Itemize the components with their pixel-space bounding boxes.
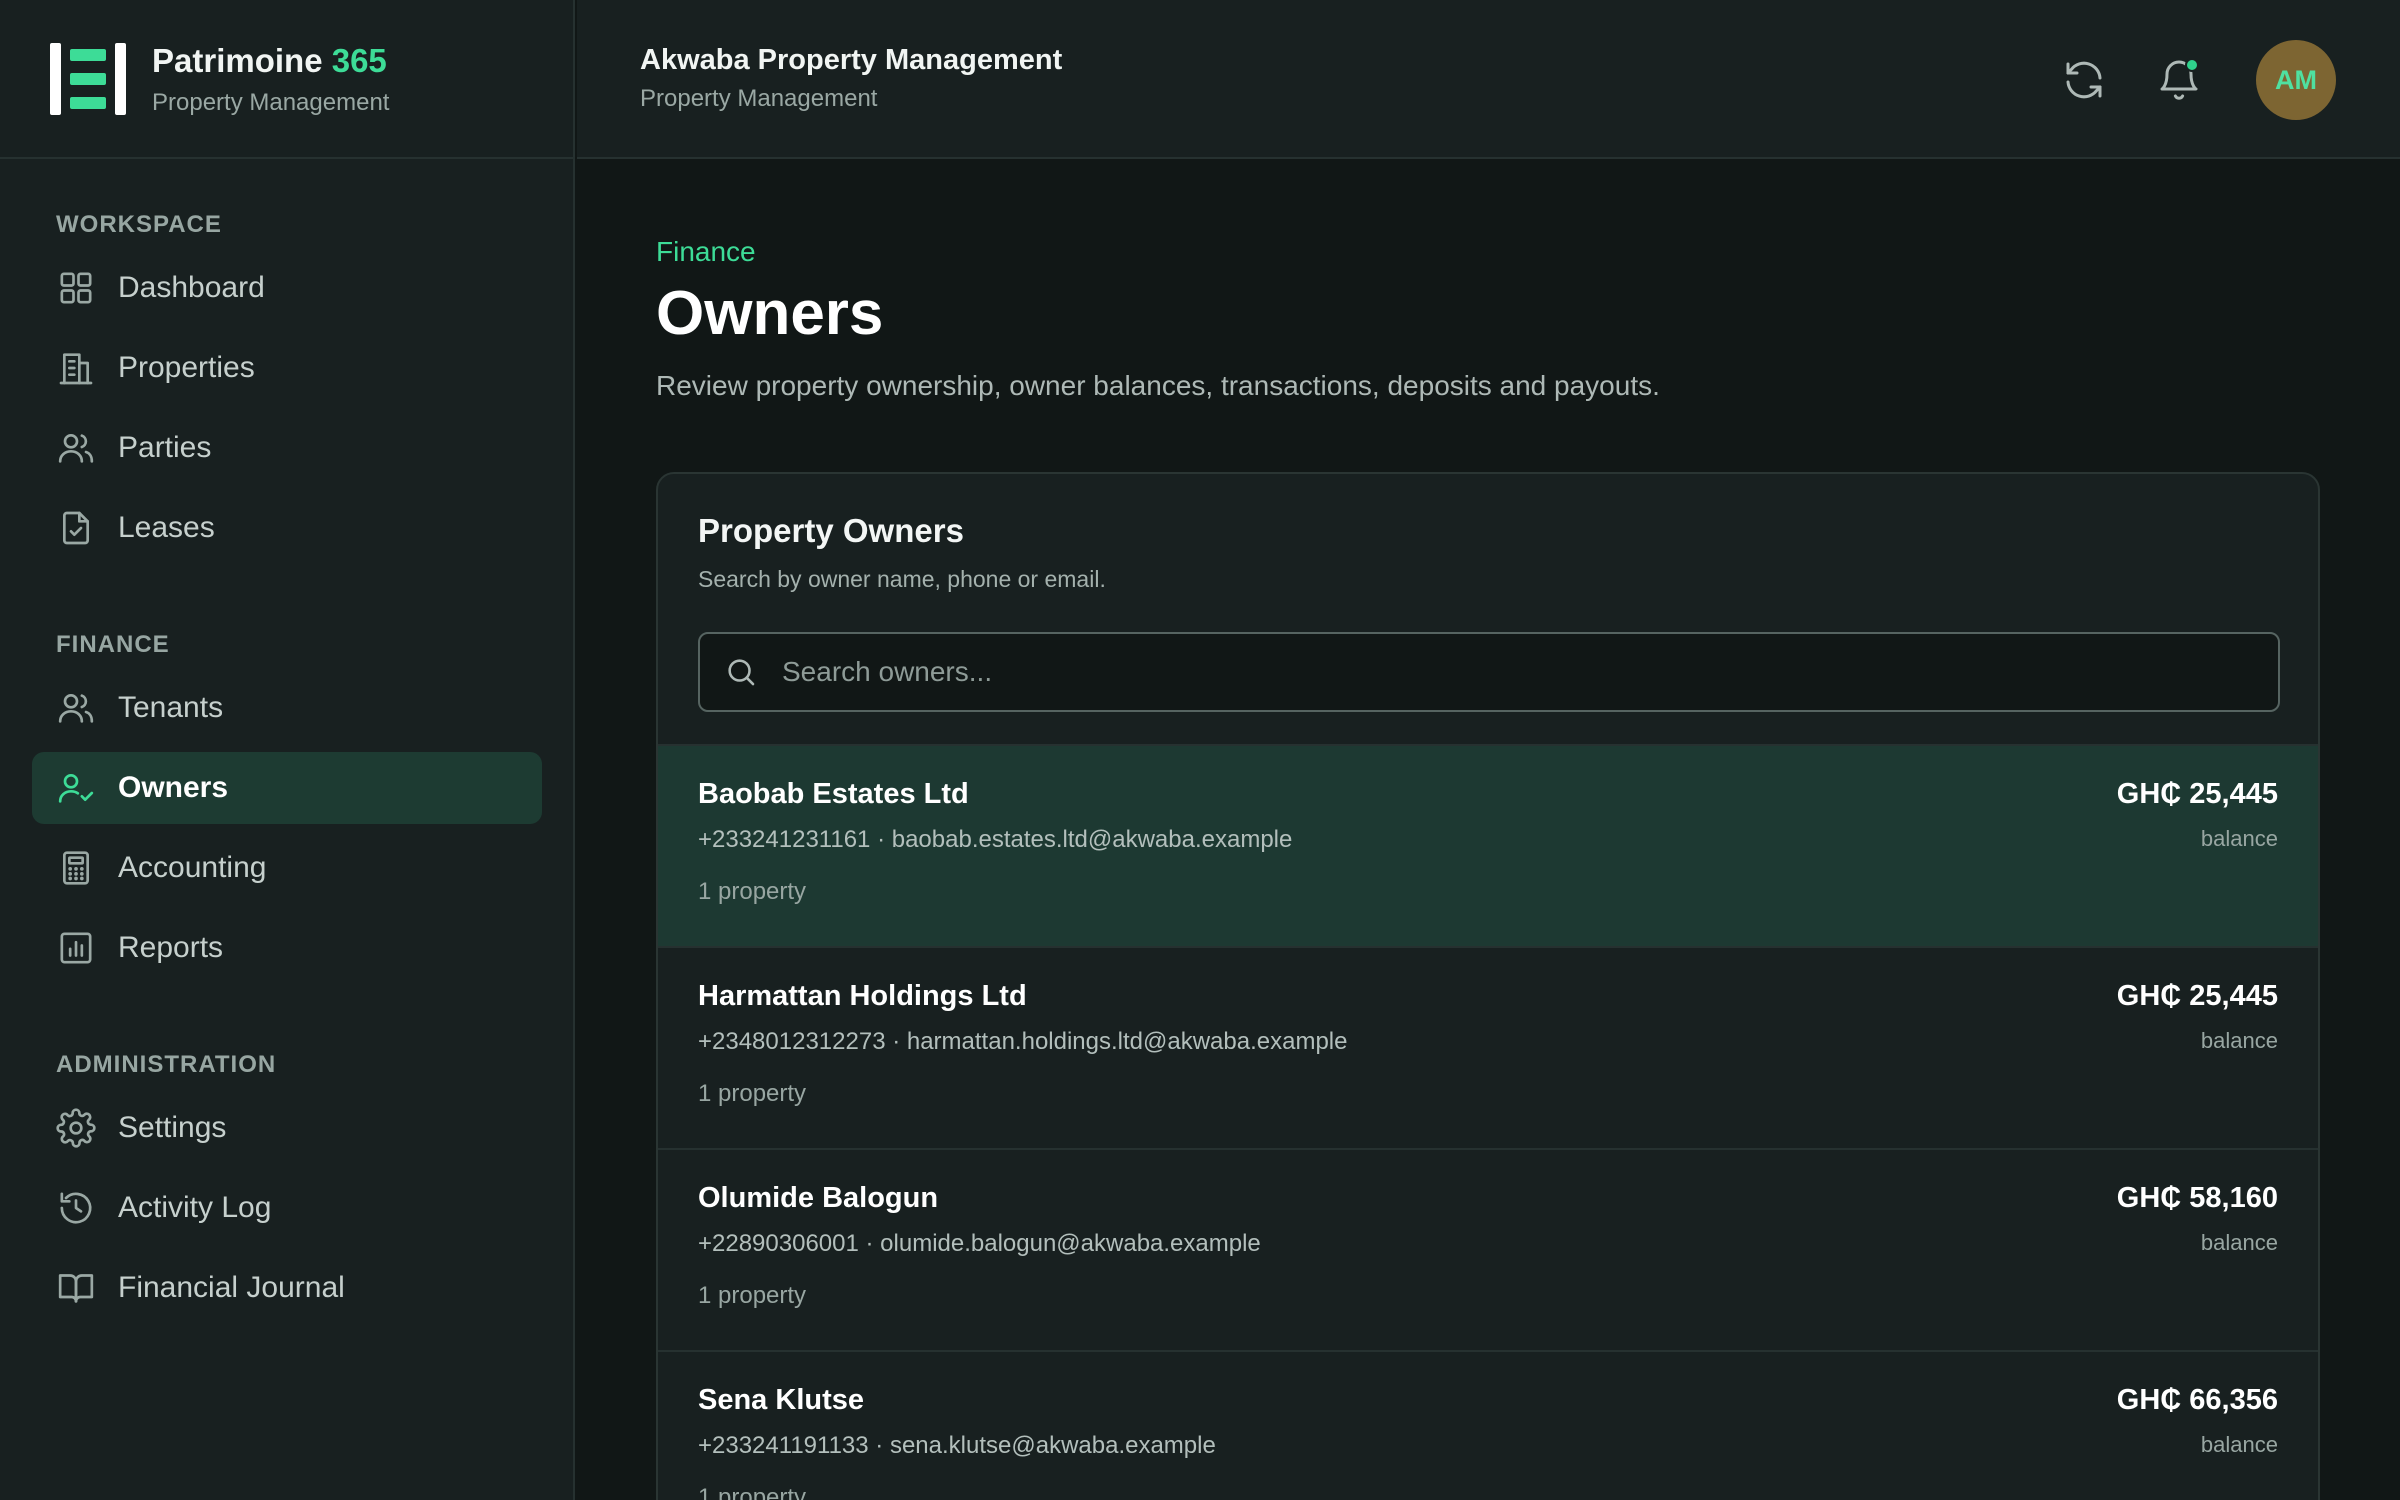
card-title: Property Owners xyxy=(698,512,964,549)
search-icon xyxy=(724,655,758,689)
owner-balance: GH₵ 25,445 xyxy=(2116,980,2278,1012)
owner-row[interactable]: Sena Klutse +233241191133 · sena.klutse@… xyxy=(658,1350,2318,1500)
owner-contact: +2348012312273 · harmattan.holdings.ltd@… xyxy=(698,1028,1348,1055)
owner-balance: GH₵ 66,356 xyxy=(2116,1384,2278,1416)
sidebar-item-label: Tenants xyxy=(118,691,224,724)
owner-property-count: 1 property xyxy=(698,1282,807,1309)
bar-chart-icon xyxy=(56,928,96,968)
book-icon xyxy=(56,1268,96,1308)
owner-balance-label: balance xyxy=(2200,1432,2278,1457)
brand-name: Patrimoine 365 xyxy=(152,41,387,79)
users-icon xyxy=(56,428,96,468)
sidebar-item-leases[interactable]: Leases xyxy=(32,492,542,564)
page-description: Review property ownership, owner balance… xyxy=(656,370,1660,401)
grid-icon xyxy=(56,268,96,308)
sidebar-item-label: Parties xyxy=(118,431,212,464)
sidebar-item-activity-log[interactable]: Activity Log xyxy=(32,1172,542,1244)
sidebar-item-label: Dashboard xyxy=(118,271,265,304)
building-icon xyxy=(56,348,96,388)
sidebar-item-label: Activity Log xyxy=(118,1191,272,1224)
sidebar-item-settings[interactable]: Settings xyxy=(32,1092,542,1164)
users-icon xyxy=(56,688,96,728)
breadcrumb: Finance xyxy=(656,236,756,267)
owners-card: Property Owners Search by owner name, ph… xyxy=(656,472,2320,1500)
owner-balance: GH₵ 25,445 xyxy=(2116,778,2278,810)
sidebar-item-parties[interactable]: Parties xyxy=(32,412,542,484)
notification-dot xyxy=(2185,58,2199,72)
owner-row[interactable]: Olumide Balogun +22890306001 · olumide.b… xyxy=(658,1148,2318,1350)
sidebar-item-label: Properties xyxy=(118,351,255,384)
owner-name: Sena Klutse xyxy=(698,1384,864,1416)
refresh-icon xyxy=(2066,61,2102,99)
sidebar: Patrimoine 365 Property Management WORKS… xyxy=(0,0,575,1500)
sidebar-item-label: Accounting xyxy=(118,851,267,884)
notifications-button[interactable] xyxy=(2155,56,2203,104)
brand-name-accent: 365 xyxy=(331,41,387,79)
history-icon xyxy=(56,1188,96,1228)
page-title: Owners xyxy=(656,279,884,348)
gear-icon xyxy=(56,1108,96,1148)
sidebar-item-label: Reports xyxy=(118,931,224,964)
refresh-button[interactable] xyxy=(2060,56,2108,104)
owner-row[interactable]: Harmattan Holdings Ltd +2348012312273 · … xyxy=(658,946,2318,1148)
user-check-icon xyxy=(56,768,96,808)
owner-balance-label: balance xyxy=(2200,826,2278,851)
owner-name: Harmattan Holdings Ltd xyxy=(698,980,1027,1012)
search-box xyxy=(698,632,2280,712)
owner-contact: +22890306001 · olumide.balogun@akwaba.ex… xyxy=(698,1230,1261,1257)
owner-property-count: 1 property xyxy=(698,878,807,905)
sidebar-item-label: Leases xyxy=(118,511,215,544)
search-input[interactable] xyxy=(782,656,2278,688)
nav-section-workspace: WORKSPACE xyxy=(56,211,222,238)
sidebar-item-reports[interactable]: Reports xyxy=(32,912,542,984)
card-subtitle: Search by owner name, phone or email. xyxy=(698,566,1106,592)
calculator-icon xyxy=(56,848,96,888)
owner-balance-label: balance xyxy=(2200,1028,2278,1053)
sidebar-item-label: Settings xyxy=(118,1111,227,1144)
sidebar-item-label: Financial Journal xyxy=(118,1271,345,1304)
owner-contact: +233241231161 · baobab.estates.ltd@akwab… xyxy=(698,826,1293,853)
organization-subtitle: Property Management xyxy=(640,85,878,112)
brand[interactable]: Patrimoine 365 Property Management xyxy=(0,0,573,159)
avatar[interactable]: AM xyxy=(2256,40,2336,120)
owner-row[interactable]: Baobab Estates Ltd +233241231161 · baoba… xyxy=(658,744,2318,946)
sidebar-item-tenants[interactable]: Tenants xyxy=(32,672,542,744)
logo-icon xyxy=(50,42,126,115)
sidebar-item-financial-journal[interactable]: Financial Journal xyxy=(32,1252,542,1324)
owner-balance-label: balance xyxy=(2200,1230,2278,1255)
sidebar-item-label: Owners xyxy=(118,771,229,804)
nav-section-administration: ADMINISTRATION xyxy=(56,1051,277,1078)
owner-contact: +233241191133 · sena.klutse@akwaba.examp… xyxy=(698,1432,1216,1459)
sidebar-item-dashboard[interactable]: Dashboard xyxy=(32,252,542,324)
brand-subtitle: Property Management xyxy=(152,88,390,116)
nav-section-finance: FINANCE xyxy=(56,631,170,658)
owner-list: Baobab Estates Ltd +233241231161 · baoba… xyxy=(658,744,2318,1500)
owner-name: Olumide Balogun xyxy=(698,1182,939,1214)
owner-name: Baobab Estates Ltd xyxy=(698,778,969,810)
owner-property-count: 1 property xyxy=(698,1484,807,1500)
organization-name: Akwaba Property Management xyxy=(640,44,1063,76)
sidebar-item-owners[interactable]: Owners xyxy=(32,752,542,824)
topbar: Akwaba Property Management Property Mana… xyxy=(577,0,2400,159)
owner-property-count: 1 property xyxy=(698,1080,807,1107)
sidebar-item-properties[interactable]: Properties xyxy=(32,332,542,404)
owner-balance: GH₵ 58,160 xyxy=(2116,1182,2278,1214)
sidebar-item-accounting[interactable]: Accounting xyxy=(32,832,542,904)
file-check-icon xyxy=(56,508,96,548)
